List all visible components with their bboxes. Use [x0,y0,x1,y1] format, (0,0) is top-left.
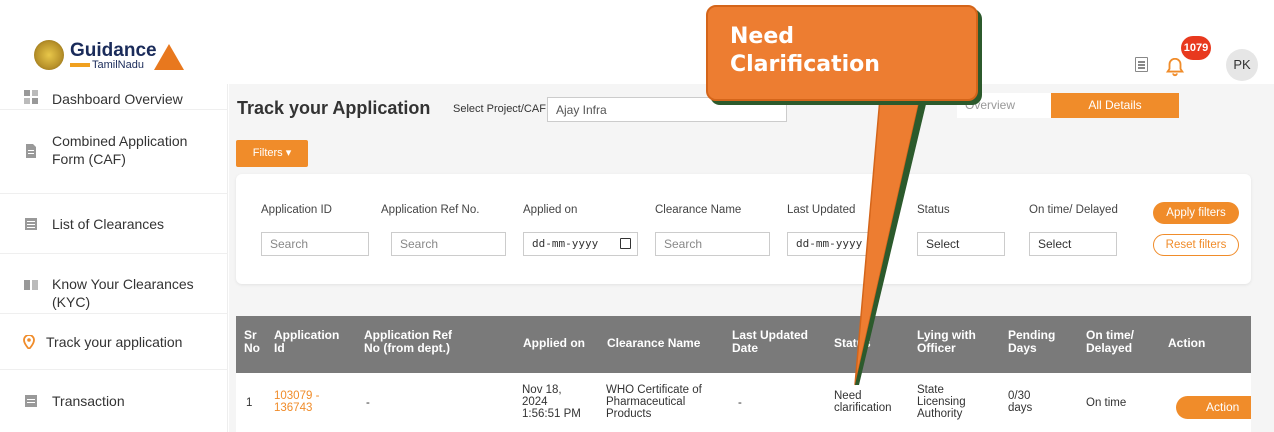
sidebar-item-dashboard[interactable]: Dashboard Overview [0,84,228,110]
ontime-select[interactable]: Select [1029,232,1117,256]
guidance-logo[interactable]: Guidance TamilNadu [34,40,184,78]
logo-subtitle: TamilNadu [92,59,144,71]
th-ontime: On time/Delayed [1086,328,1135,355]
project-select-label: Select Project/CAF [453,103,546,115]
cell-ref: - [366,397,370,409]
sidebar-item-clearances[interactable]: List of Clearances [0,194,228,254]
applied-on-date-input[interactable]: dd-mm-yyyy [523,232,638,256]
app-header: Guidance TamilNadu 1079 PK [0,0,1274,84]
dashboard-icon [24,90,38,104]
th-applied-on: Applied on [523,336,585,350]
clearance-name-input[interactable]: Search [655,232,770,256]
sidebar-item-track[interactable]: Track your application [0,314,228,370]
book-icon [24,280,38,290]
applied-on-label: Applied on [523,204,578,216]
user-avatar[interactable]: PK [1226,49,1258,81]
apply-filters-button[interactable]: Apply filters [1153,202,1239,224]
last-updated-label: Last Updated [787,204,856,216]
sidebar-item-transaction[interactable]: Transaction [0,370,228,432]
sidebar-item-label: Transaction [52,393,125,409]
main-content: Track your Application Select Project/CA… [229,84,1274,432]
th-last-updated: Last Updated Date [732,328,809,355]
table-row: 1 103079 -136743 - Nov 18, 2024 1:56:51 PM… [236,373,1251,432]
th-clearance-name: Clearance Name [607,336,701,350]
th-status: Status [834,336,871,350]
location-pin-icon [23,335,35,349]
sidebar-item-label: Track your application [46,334,183,350]
document-icon [26,144,36,158]
sidebar-item-label: Dashboard Overview [52,91,183,107]
notification-count-badge: 1079 [1181,36,1211,60]
th-lying-with: Lying with Officer [917,328,976,355]
ref-no-input[interactable]: Search [391,232,506,256]
application-id-label: Application ID [261,204,332,216]
page-title: Track your Application [237,98,431,118]
cell-sr: 1 [246,397,253,409]
status-label: Status [917,204,950,216]
tamilnadu-emblem-icon [34,40,64,70]
th-application-id: Application Id [274,328,340,355]
cell-ontime: On time [1086,397,1127,409]
th-sr-no: Sr No [244,328,260,355]
cell-clearance-name: WHO Certificate of Pharmaceutical Products [606,384,702,420]
logo-mark-icon [154,44,184,70]
filters-button[interactable]: Filters ▾ [236,140,308,167]
status-select[interactable]: Select [917,232,1005,256]
sidebar-item-label: List of Clearances [52,216,165,232]
menu-list-icon[interactable] [1135,57,1148,72]
sidebar-item-kyc[interactable]: Know Your Clearances (KYC) [0,254,228,314]
application-id-input[interactable]: Search [261,232,369,256]
sidebar-item-label: Combined Application Form (CAF) [52,133,188,167]
applied-on-value: dd-mm-yyyy [532,237,599,250]
cell-pending-days: 0/30 days [1008,390,1033,414]
cell-applied-on: Nov 18, 2024 1:56:51 PM [522,384,581,420]
th-ref-no: Application Ref No (from dept.) [364,328,453,355]
table-header: Sr No Application Id Application Ref No (fr… [236,316,1251,373]
need-clarification-callout: Need Clarification [706,5,978,101]
notification-bell-icon[interactable] [1164,56,1186,78]
sidebar-item-label: Know Your Clearances (KYC) [52,276,194,310]
list-icon [25,218,37,230]
reset-filters-button[interactable]: Reset filters [1153,234,1239,256]
th-action: Action [1168,336,1206,350]
sidebar-item-caf[interactable]: Combined Application Form (CAF) [0,110,228,194]
transaction-icon [25,395,37,407]
clearance-name-label: Clearance Name [655,204,742,216]
sidebar: Dashboard Overview Combined Application … [0,84,228,432]
filters-label: Filters [252,147,283,159]
tab-all-details[interactable]: All Details [1051,93,1179,118]
filter-panel: Application ID Search Application Ref No… [236,174,1251,284]
last-updated-date-input[interactable]: dd-mm-yyyy [787,232,887,256]
calendar-icon[interactable] [620,238,631,249]
cell-status: Need clarification [834,390,892,414]
ref-no-label: Application Ref No. [381,204,480,216]
action-button[interactable]: Action [1176,396,1251,419]
cell-last-updated: - [738,397,742,409]
ontime-label: On time/ Delayed [1029,204,1118,216]
logo-accent-bar [70,63,90,67]
caret-down-icon: ▾ [285,147,292,159]
callout-text: Need Clarification [730,24,880,77]
application-id-link[interactable]: 103079 -136743 [274,390,319,414]
cell-lying-with: State Licensing Authority [917,384,966,420]
th-pending-days: Pending Days [1008,328,1056,355]
